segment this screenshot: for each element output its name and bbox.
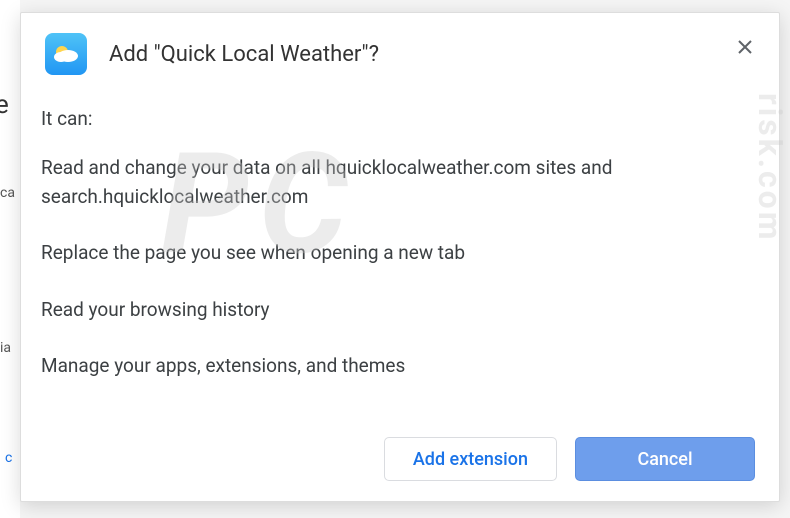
dialog-body: It can: Read and change your data on all…	[21, 87, 779, 381]
bg-fragment: ia	[0, 340, 11, 356]
close-button[interactable]	[733, 35, 757, 59]
close-icon	[737, 39, 753, 55]
permission-item: Read and change your data on all hquickl…	[41, 154, 759, 211]
dialog-header: Add "Quick Local Weather"?	[21, 13, 779, 87]
permission-item: Replace the page you see when opening a …	[41, 239, 759, 268]
extension-install-dialog: Add "Quick Local Weather"? It can: Read …	[20, 12, 780, 502]
permission-item: Manage your apps, extensions, and themes	[41, 352, 759, 381]
permission-item: Read your browsing history	[41, 296, 759, 325]
add-extension-button[interactable]: Add extension	[384, 437, 557, 481]
bg-fragment: c	[5, 450, 12, 466]
weather-app-icon	[45, 33, 87, 75]
cancel-button[interactable]: Cancel	[575, 437, 755, 481]
page-background: e ca ia c	[0, 0, 20, 518]
permissions-intro: It can:	[41, 107, 759, 130]
dialog-footer: Add extension Cancel	[384, 437, 755, 481]
dialog-title: Add "Quick Local Weather"?	[109, 42, 379, 67]
bg-fragment: e	[0, 90, 9, 120]
bg-fragment: ca	[0, 185, 15, 201]
